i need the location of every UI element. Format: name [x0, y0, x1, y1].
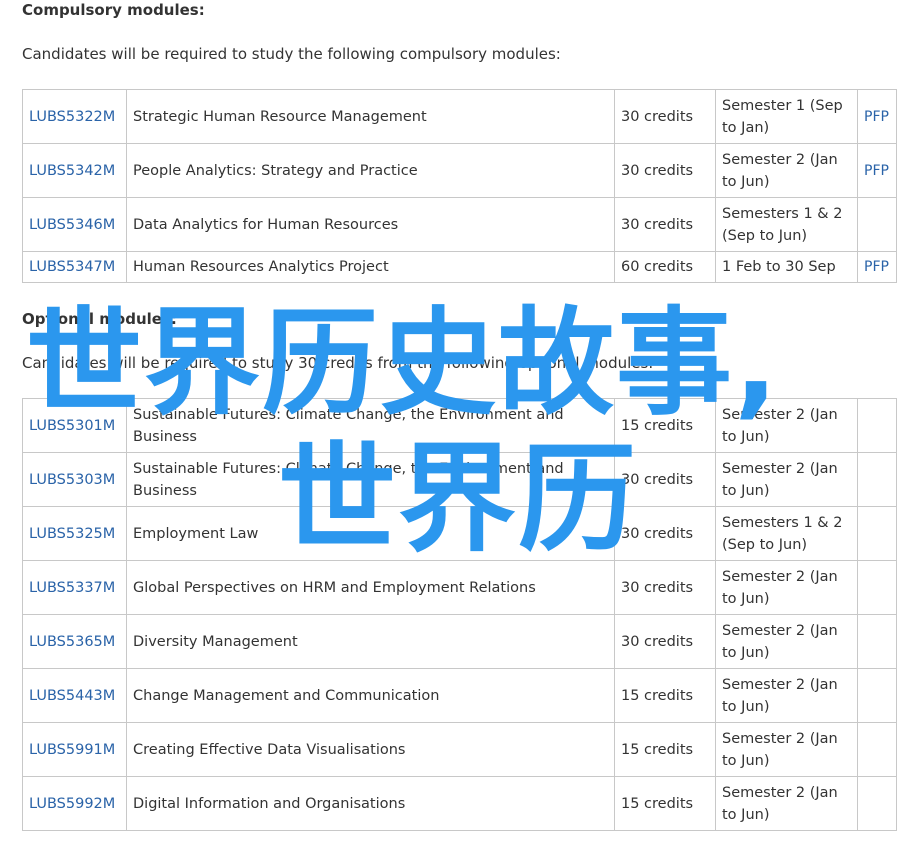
optional-table-body: LUBS5301M Sustainable Futures: Climate Ch…	[22, 398, 897, 831]
pfp-cell: PFP	[857, 143, 897, 198]
module-semester: Semester 2 (Jan to Jun)	[715, 776, 858, 831]
module-row: LUBS5346M Data Analytics for Human Resour…	[22, 197, 897, 252]
module-code-link[interactable]: LUBS5346M	[29, 217, 115, 233]
module-credits: 30 credits	[614, 89, 716, 144]
compulsory-intro: Candidates will be required to study the…	[22, 45, 561, 63]
module-row: LUBS5303M Sustainable Futures: Climate Ch…	[22, 452, 897, 507]
module-title: Diversity Management	[126, 614, 615, 669]
module-code-link[interactable]: LUBS5991M	[29, 742, 115, 758]
module-semester: Semesters 1 & 2 (Sep to Jun)	[715, 197, 858, 252]
module-title: Data Analytics for Human Resources	[126, 197, 615, 252]
pfp-link[interactable]: PFP	[864, 163, 889, 179]
pfp-cell	[857, 398, 897, 453]
pfp-link[interactable]: PFP	[864, 109, 889, 125]
module-row: LUBS5322M Strategic Human Resource Manage…	[22, 89, 897, 144]
module-title: Digital Information and Organisations	[126, 776, 615, 831]
optional-modules-table: LUBS5301M Sustainable Futures: Climate Ch…	[22, 398, 897, 831]
module-code-cell: LUBS5337M	[22, 560, 127, 615]
module-semester: Semester 2 (Jan to Jun)	[715, 398, 858, 453]
module-credits: 30 credits	[614, 506, 716, 561]
module-code-cell: LUBS5346M	[22, 197, 127, 252]
module-code-link[interactable]: LUBS5992M	[29, 796, 115, 812]
module-code-cell: LUBS5365M	[22, 614, 127, 669]
pfp-cell	[857, 197, 897, 252]
module-credits: 60 credits	[614, 251, 716, 283]
compulsory-modules-table: LUBS5322M Strategic Human Resource Manage…	[22, 89, 897, 283]
module-title: Sustainable Futures: Climate Change, the…	[126, 452, 615, 507]
module-row: LUBS5301M Sustainable Futures: Climate Ch…	[22, 398, 897, 453]
module-code-link[interactable]: LUBS5303M	[29, 472, 115, 488]
module-row: LUBS5992M Digital Information and Organis…	[22, 776, 897, 831]
pfp-cell	[857, 452, 897, 507]
module-title: Strategic Human Resource Management	[126, 89, 615, 144]
module-row: LUBS5342M People Analytics: Strategy and …	[22, 143, 897, 198]
module-row: LUBS5347M Human Resources Analytics Proje…	[22, 251, 897, 283]
module-title: Employment Law	[126, 506, 615, 561]
compulsory-heading: Compulsory modules:	[22, 1, 205, 19]
module-title: Sustainable Futures: Climate Change, the…	[126, 398, 615, 453]
module-code-link[interactable]: LUBS5443M	[29, 688, 115, 704]
module-semester: Semester 1 (Sep to Jan)	[715, 89, 858, 144]
module-code-link[interactable]: LUBS5325M	[29, 526, 115, 542]
pfp-cell	[857, 668, 897, 723]
module-code-cell: LUBS5991M	[22, 722, 127, 777]
module-row: LUBS5991M Creating Effective Data Visuali…	[22, 722, 897, 777]
module-title: Human Resources Analytics Project	[126, 251, 615, 283]
module-title: Change Management and Communication	[126, 668, 615, 723]
module-code-cell: LUBS5322M	[22, 89, 127, 144]
module-code-link[interactable]: LUBS5365M	[29, 634, 115, 650]
module-credits: 30 credits	[614, 197, 716, 252]
module-semester: Semester 2 (Jan to Jun)	[715, 722, 858, 777]
module-code-cell: LUBS5301M	[22, 398, 127, 453]
module-code-cell: LUBS5342M	[22, 143, 127, 198]
module-credits: 30 credits	[614, 560, 716, 615]
module-semester: 1 Feb to 30 Sep	[715, 251, 858, 283]
module-credits: 30 credits	[614, 452, 716, 507]
module-credits: 15 credits	[614, 722, 716, 777]
module-semester: Semester 2 (Jan to Jun)	[715, 614, 858, 669]
module-credits: 15 credits	[614, 668, 716, 723]
module-row: LUBS5325M Employment Law 30 credits Semeste…	[22, 506, 897, 561]
programme-structure-page: Compulsory modules: Candidates will be r…	[0, 0, 916, 845]
module-code-link[interactable]: LUBS5347M	[29, 259, 115, 275]
module-code-link[interactable]: LUBS5301M	[29, 418, 115, 434]
module-title: Global Perspectives on HRM and Employmen…	[126, 560, 615, 615]
module-code-cell: LUBS5443M	[22, 668, 127, 723]
compulsory-table-body: LUBS5322M Strategic Human Resource Manage…	[22, 89, 897, 283]
module-code-link[interactable]: LUBS5322M	[29, 109, 115, 125]
module-credits: 15 credits	[614, 398, 716, 453]
optional-heading: Optional modules:	[22, 310, 177, 328]
module-semester: Semester 2 (Jan to Jun)	[715, 668, 858, 723]
optional-intro: Candidates will be required to study 30 …	[22, 354, 654, 372]
module-code-link[interactable]: LUBS5337M	[29, 580, 115, 596]
module-row: LUBS5365M Diversity Management 30 credits S…	[22, 614, 897, 669]
module-row: LUBS5337M Global Perspectives on HRM and …	[22, 560, 897, 615]
module-semester: Semester 2 (Jan to Jun)	[715, 560, 858, 615]
pfp-cell	[857, 614, 897, 669]
module-semester: Semesters 1 & 2 (Sep to Jun)	[715, 506, 858, 561]
pfp-cell	[857, 560, 897, 615]
pfp-cell: PFP	[857, 89, 897, 144]
pfp-cell: PFP	[857, 251, 897, 283]
module-credits: 30 credits	[614, 143, 716, 198]
module-semester: Semester 2 (Jan to Jun)	[715, 143, 858, 198]
pfp-cell	[857, 506, 897, 561]
module-code-cell: LUBS5303M	[22, 452, 127, 507]
pfp-link[interactable]: PFP	[864, 259, 889, 275]
module-code-cell: LUBS5325M	[22, 506, 127, 561]
module-code-cell: LUBS5992M	[22, 776, 127, 831]
module-title: People Analytics: Strategy and Practice	[126, 143, 615, 198]
module-title: Creating Effective Data Visualisations	[126, 722, 615, 777]
module-credits: 30 credits	[614, 614, 716, 669]
module-code-cell: LUBS5347M	[22, 251, 127, 283]
pfp-cell	[857, 776, 897, 831]
module-row: LUBS5443M Change Management and Communica…	[22, 668, 897, 723]
module-code-link[interactable]: LUBS5342M	[29, 163, 115, 179]
module-credits: 15 credits	[614, 776, 716, 831]
module-semester: Semester 2 (Jan to Jun)	[715, 452, 858, 507]
pfp-cell	[857, 722, 897, 777]
